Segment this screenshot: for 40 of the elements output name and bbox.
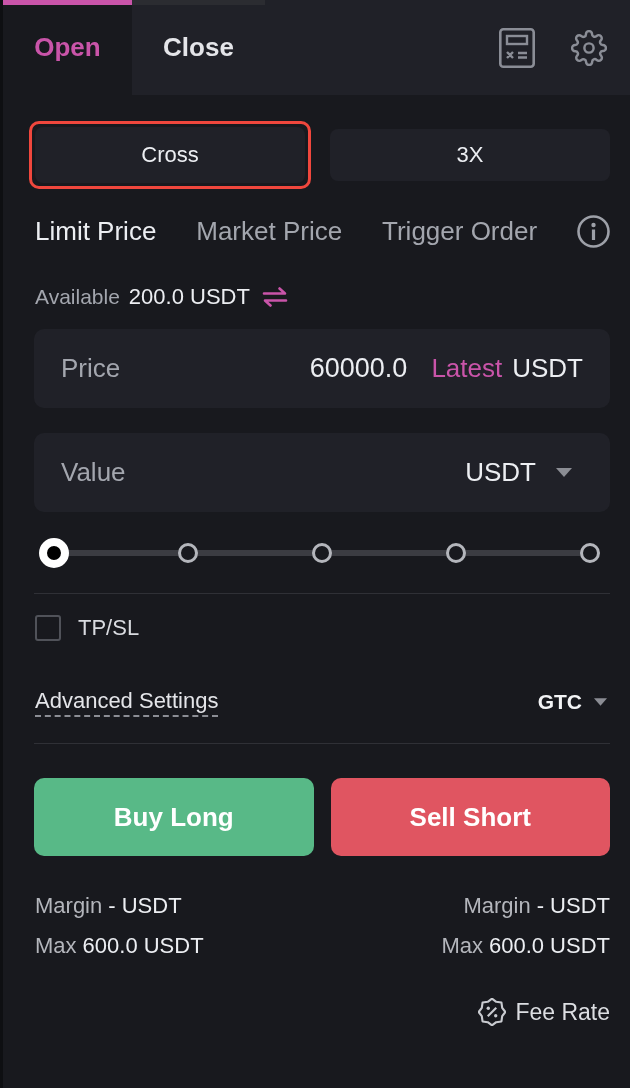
slider-stop-icon[interactable] <box>178 543 198 563</box>
available-label: Available <box>35 285 120 309</box>
slider-stop-icon[interactable] <box>446 543 466 563</box>
margin-label: Margin <box>463 893 531 919</box>
margin-value: - USDT <box>536 893 610 919</box>
field-label: Price <box>61 353 121 384</box>
margin-value: - USDT <box>108 893 182 919</box>
order-type-tab[interactable]: Market Price <box>196 215 343 247</box>
percent-badge-icon <box>478 998 507 1026</box>
order-type-tab[interactable]: Trigger Order <box>382 215 538 247</box>
available-value: 200.0 USDT <box>128 284 250 310</box>
order-type-tab[interactable]: Limit Price <box>35 215 157 247</box>
latest-price-link[interactable]: Latest <box>431 353 503 384</box>
max-value: 600.0 USDT <box>488 933 610 959</box>
checkbox[interactable] <box>35 615 61 641</box>
margin-mode-button[interactable]: Cross <box>35 127 305 183</box>
caret-icon <box>556 468 572 477</box>
unit-dropdown[interactable]: USDT <box>465 457 572 488</box>
price-field[interactable]: Price 60000.0 Latest USDT <box>34 329 610 408</box>
max-label: Max <box>441 933 483 959</box>
calculator-icon[interactable] <box>499 27 535 68</box>
max-label: Max <box>35 933 77 959</box>
slider-thumb[interactable] <box>39 538 69 568</box>
value-field[interactable]: Value USDT <box>34 433 610 512</box>
slider-stop-icon[interactable] <box>580 543 600 563</box>
margin-label: Margin <box>35 893 103 919</box>
unit-label: USDT <box>512 353 583 384</box>
info-icon[interactable] <box>577 214 610 248</box>
position-tab[interactable]: Open <box>3 0 132 95</box>
slider-stop-icon[interactable] <box>312 543 332 563</box>
settings-icon[interactable] <box>571 29 607 66</box>
sell-short-button[interactable]: Sell Short <box>330 778 610 856</box>
swap-icon[interactable] <box>261 287 288 307</box>
max-value: 600.0 USDT <box>82 933 204 959</box>
advanced-settings-link[interactable]: Advanced Settings <box>35 687 219 717</box>
tpsl-label[interactable]: TP/SL <box>78 615 140 641</box>
time-in-force-dropdown[interactable]: GTC <box>537 690 607 714</box>
fee-rate-link[interactable]: Fee Rate <box>478 998 610 1026</box>
leverage-button[interactable]: 3X <box>330 129 610 181</box>
caret-icon <box>594 698 607 706</box>
